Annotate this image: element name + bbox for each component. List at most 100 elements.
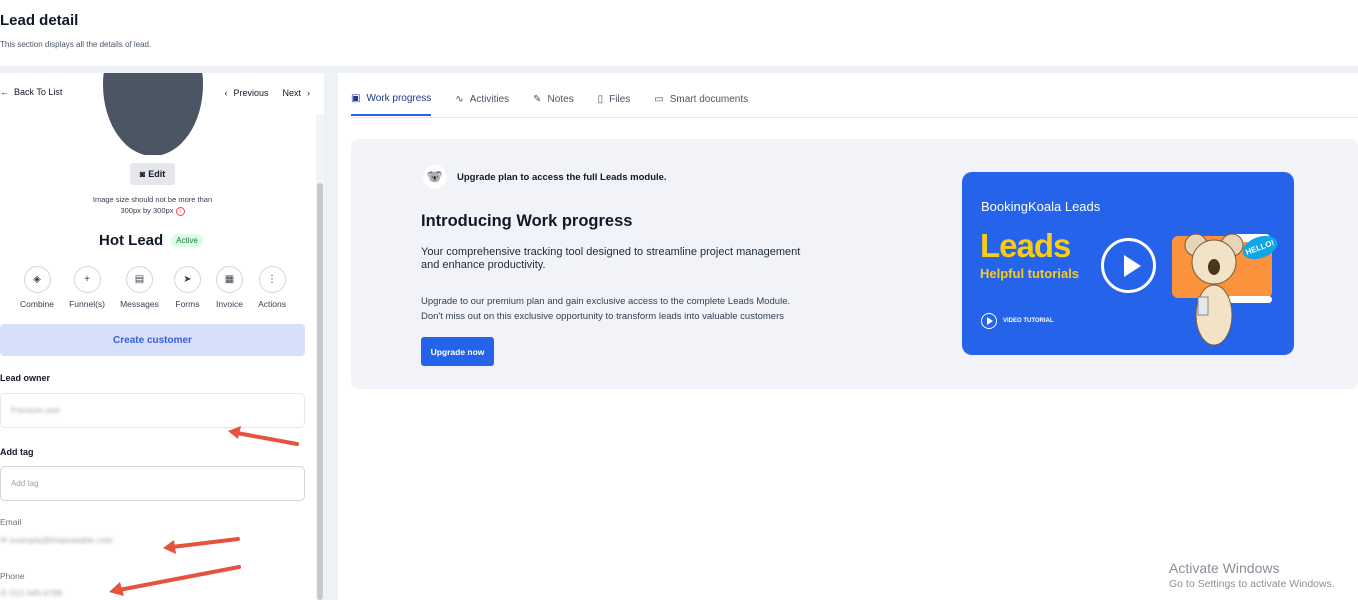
- promo-title: Introducing Work progress: [421, 212, 633, 230]
- tab-work-progress[interactable]: ▣ Work progress: [351, 93, 432, 116]
- action-label: Funnel(s): [69, 299, 106, 309]
- video-tutorial-badge: VIDEO TUTORIAL: [981, 313, 1054, 329]
- promo-description: Your comprehensive tracking tool designe…: [421, 246, 801, 271]
- lead-content-panel: ▣ Work progress ∿ Activities ✎ Notes ▯ F…: [338, 73, 1358, 600]
- koala-icon: 🐨: [423, 165, 447, 189]
- watermark-line2: Go to Settings to activate Windows.: [1169, 578, 1335, 590]
- combine-icon: ◈: [23, 266, 51, 293]
- edit-label: Edit: [148, 169, 166, 179]
- phone-label: Phone: [0, 571, 25, 581]
- chevron-right-icon: ›: [307, 88, 310, 98]
- lead-owner-label: Lead owner: [0, 373, 51, 383]
- image-size-note: Image size should not be more than 300px…: [70, 194, 235, 216]
- info-icon[interactable]: i: [175, 206, 185, 216]
- promo-detail-line2: Don't miss out on this exclusive opportu…: [421, 311, 784, 322]
- previous-button[interactable]: ‹ Previous: [224, 88, 268, 98]
- plus-icon: +: [73, 266, 101, 293]
- promo-detail-line1: Upgrade to our premium plan and gain exc…: [421, 296, 791, 307]
- edit-avatar-button[interactable]: ◙ Edit: [130, 163, 175, 185]
- chevron-left-icon: ‹: [224, 88, 228, 98]
- tab-bar: ▣ Work progress ∿ Activities ✎ Notes ▯ F…: [351, 93, 748, 116]
- next-label: Next: [282, 88, 301, 98]
- video-badge-text: VIDEO TUTORIAL: [1003, 318, 1054, 324]
- tab-notes[interactable]: ✎ Notes: [533, 93, 574, 116]
- email-text: example@thepostable.com: [9, 535, 113, 545]
- video-brand: BookingKoala Leads: [981, 199, 1101, 214]
- tab-label: Smart documents: [669, 94, 749, 105]
- back-label: Back To List: [14, 87, 63, 97]
- add-tag-input[interactable]: Add tag: [0, 466, 305, 501]
- tab-label: Files: [609, 94, 631, 105]
- file-icon: ▯: [597, 94, 604, 105]
- pagination-nav: ‹ Previous Next ›: [224, 88, 310, 98]
- document-icon: ▭: [654, 94, 664, 105]
- action-forms[interactable]: ➤ Forms: [173, 266, 201, 309]
- more-icon: ⋮: [258, 266, 286, 293]
- lead-name: Hot Lead: [99, 232, 164, 249]
- image-note-line2: 300px by 300px: [120, 206, 174, 215]
- action-label: Combine: [20, 299, 55, 309]
- tab-label: Work progress: [366, 93, 432, 104]
- promo-detail: Upgrade to our premium plan and gain exc…: [421, 294, 861, 324]
- lead-owner-field[interactable]: Premium user: [0, 393, 305, 428]
- video-headline: Leads: [980, 227, 1071, 264]
- email-label: Email: [0, 517, 22, 527]
- lead-name-row: Hot Lead Active: [99, 232, 203, 249]
- tab-label: Notes: [547, 94, 574, 105]
- message-icon: ▤: [125, 266, 153, 293]
- annotation-arrow: [163, 537, 240, 554]
- upgrade-now-button[interactable]: Upgrade now: [421, 337, 494, 366]
- action-more[interactable]: ⋮ Actions: [258, 266, 286, 309]
- phone-value[interactable]: ✆ 012-345-6789: [0, 588, 62, 599]
- back-to-list-link[interactable]: ← Back To List: [0, 87, 62, 97]
- action-invoice[interactable]: ▦ Invoice: [216, 266, 243, 309]
- tab-label: Activities: [469, 94, 510, 105]
- lead-sidebar: ← Back To List ‹ Previous Next › ◙ Edit …: [0, 73, 324, 600]
- action-label: Actions: [258, 299, 286, 309]
- lead-actions: ◈ Combine + Funnel(s) ▤ Messages ➤ Forms…: [20, 266, 286, 309]
- add-tag-placeholder: Add tag: [11, 479, 39, 488]
- lead-owner-value: Premium user: [11, 406, 61, 415]
- page-subtitle: This section displays all the details of…: [0, 40, 152, 49]
- action-label: Invoice: [216, 299, 243, 309]
- avatar: [103, 73, 203, 155]
- page-header: Lead detail This section displays all th…: [0, 0, 1358, 66]
- annotation-arrow: [109, 565, 241, 596]
- image-note-line1: Image size should not be more than: [92, 195, 213, 204]
- action-funnels[interactable]: + Funnel(s): [69, 266, 105, 309]
- windows-activation-watermark: Activate Windows Go to Settings to activ…: [1169, 560, 1335, 590]
- send-icon: ➤: [173, 266, 201, 293]
- phone-icon: ✆: [0, 588, 8, 598]
- play-icon[interactable]: [1101, 238, 1156, 293]
- video-tutorial-thumbnail[interactable]: BookingKoala Leads HELLO! Leads Helpful …: [962, 172, 1294, 355]
- upgrade-notice-text: Upgrade plan to access the full Leads mo…: [457, 171, 667, 183]
- annotation-arrow: [228, 426, 299, 446]
- next-button[interactable]: Next ›: [282, 88, 310, 98]
- video-subheadline: Helpful tutorials: [980, 266, 1079, 281]
- action-messages[interactable]: ▤ Messages: [120, 266, 159, 309]
- camera-icon: ◙: [139, 169, 146, 179]
- page-title: Lead detail: [0, 12, 79, 29]
- add-tag-label: Add tag: [0, 447, 34, 457]
- upgrade-promo-card: 🐨 Upgrade plan to access the full Leads …: [351, 139, 1358, 389]
- notes-icon: ✎: [533, 94, 542, 105]
- watermark-line1: Activate Windows: [1169, 560, 1280, 576]
- phone-text: 012-345-6789: [9, 588, 63, 598]
- upgrade-notice: 🐨 Upgrade plan to access the full Leads …: [423, 165, 667, 189]
- tab-divider: [351, 117, 1358, 118]
- action-label: Messages: [120, 299, 159, 309]
- action-label: Forms: [175, 299, 200, 309]
- scrollbar-thumb[interactable]: [317, 183, 323, 600]
- activity-icon: ∿: [455, 94, 464, 105]
- status-badge: Active: [171, 234, 203, 247]
- action-combine[interactable]: ◈ Combine: [20, 266, 54, 309]
- tab-activities[interactable]: ∿ Activities: [455, 93, 509, 116]
- play-circle-icon: [981, 313, 997, 329]
- mail-icon: ✉: [0, 535, 8, 545]
- email-value[interactable]: ✉ example@thepostable.com: [0, 535, 113, 546]
- tab-files[interactable]: ▯ Files: [598, 93, 631, 116]
- invoice-icon: ▦: [216, 266, 243, 293]
- previous-label: Previous: [233, 88, 269, 98]
- create-customer-button[interactable]: Create customer: [0, 324, 305, 356]
- tab-smart-documents[interactable]: ▭ Smart documents: [654, 93, 748, 116]
